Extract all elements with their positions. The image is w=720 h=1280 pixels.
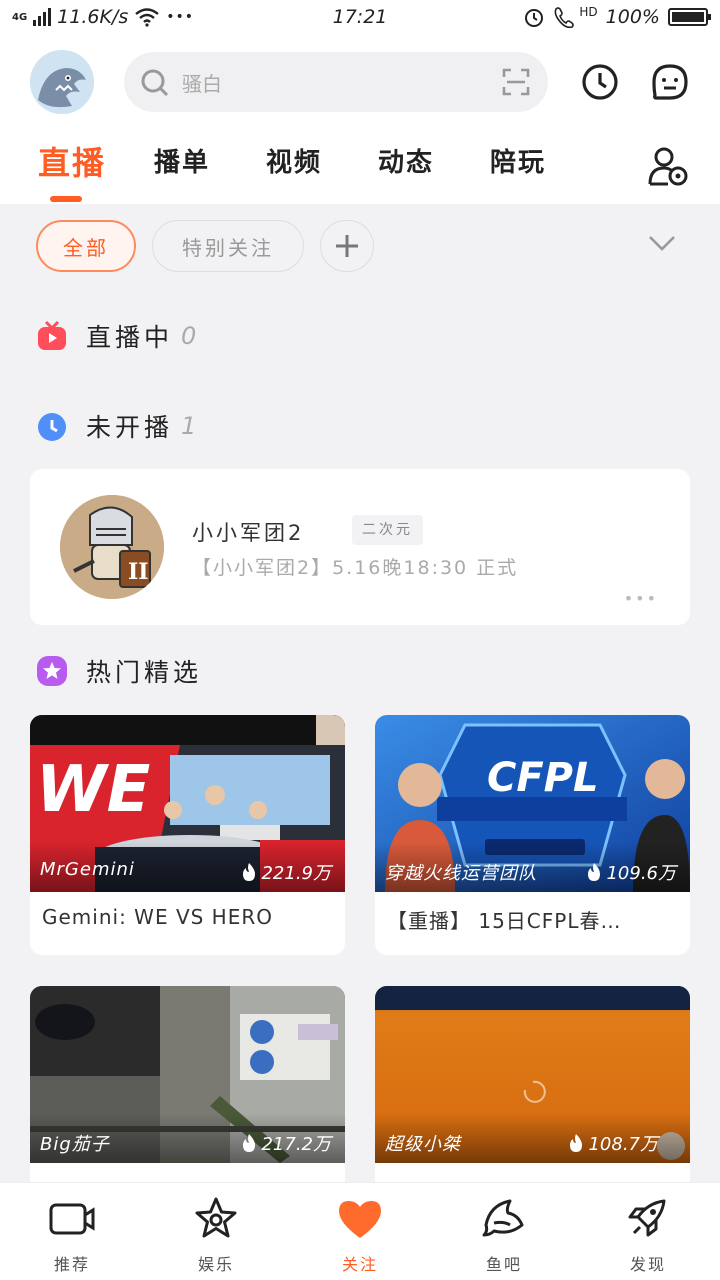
chevron-down-icon[interactable]: [648, 234, 676, 252]
section-hot: 热门精选: [36, 653, 202, 689]
fire-icon: [570, 1134, 583, 1152]
nav-recommend[interactable]: 推荐: [22, 1195, 122, 1275]
streamer-description: 【小小军团2】5.16晚18:30 正式: [192, 557, 519, 579]
tab-indicator: [50, 196, 82, 202]
streamer-name: 小小军团2: [192, 521, 305, 545]
video-card[interactable]: WE MrGemini 221.9万 Gemini: WE VS HERO: [30, 715, 345, 955]
battery-icon: [668, 8, 711, 26]
svg-text:CFPL: CFPL: [487, 755, 598, 801]
tv-icon: [38, 320, 66, 350]
video-anchor-name: 穿越火线运营团队: [385, 863, 537, 884]
video-anchor-name: MrGemini: [40, 859, 135, 880]
bottom-navigation: 推荐 娱乐 关注 鱼吧 发现: [0, 1182, 720, 1280]
section-offline-title: 未开播: [86, 413, 174, 442]
video-camera-icon: [49, 1203, 95, 1235]
tab-live[interactable]: 直播: [38, 138, 106, 184]
nav-recommend-label: 推荐: [53, 1255, 90, 1274]
message-icon[interactable]: [650, 62, 690, 102]
video-view-count: 109.6万: [586, 859, 676, 885]
video-anchor-name: 超级小桀: [385, 1134, 461, 1155]
status-right: HD 100%: [523, 5, 711, 29]
video-views-value: 217.2万: [261, 1134, 331, 1155]
nav-follow[interactable]: 关注: [310, 1195, 410, 1275]
nav-fishbar-label: 鱼吧: [485, 1255, 522, 1274]
status-bar: 4G 11.6K/s ••• 17:21 HD 100%: [0, 0, 720, 36]
video-views-value: 108.7万: [588, 1134, 658, 1155]
friends-settings-icon[interactable]: [646, 144, 690, 188]
video-view-count: 217.2万: [241, 1130, 331, 1156]
nav-follow-label: 关注: [341, 1255, 378, 1274]
search-icon: [141, 69, 169, 97]
star-badge-icon: [37, 656, 67, 686]
section-live-title: 直播中: [86, 323, 174, 352]
streamer-category-tag: 二次元: [352, 515, 423, 545]
add-filter-button[interactable]: [320, 220, 374, 272]
svg-text:II: II: [128, 559, 149, 585]
tab-companion[interactable]: 陪玩: [490, 142, 546, 179]
nav-fishbar[interactable]: 鱼吧: [454, 1195, 554, 1275]
fire-icon: [243, 1134, 256, 1152]
video-title: Gemini: WE VS HERO: [42, 905, 273, 929]
fire-icon: [588, 863, 601, 881]
filter-all-chip[interactable]: 全部: [36, 220, 136, 272]
section-live: 直播中 0: [36, 318, 196, 354]
more-options-button[interactable]: •••: [624, 589, 658, 608]
video-view-count: 221.9万: [241, 859, 331, 885]
video-card[interactable]: CFPL 穿越火线运营团队 109.6万 【重播】 15日CFPL春…: [375, 715, 690, 955]
user-avatar[interactable]: [30, 50, 94, 114]
filter-special-chip[interactable]: 特别关注: [152, 220, 304, 272]
tab-video[interactable]: 视频: [266, 142, 322, 179]
nav-entertainment-label: 娱乐: [197, 1255, 234, 1274]
tab-feed[interactable]: 动态: [378, 142, 434, 179]
video-views-value: 109.6万: [606, 863, 676, 884]
search-placeholder: 骚白: [182, 72, 222, 96]
streamer-card[interactable]: II 小小军团2 二次元 【小小军团2】5.16晚18:30 正式 •••: [30, 469, 690, 625]
nav-entertainment[interactable]: 娱乐: [166, 1195, 266, 1275]
star-icon: [195, 1197, 237, 1238]
nav-discover-label: 发现: [629, 1255, 666, 1274]
hd-label: HD: [579, 5, 598, 19]
battery-percent: 100%: [605, 6, 660, 28]
rocket-icon: [628, 1199, 666, 1237]
svg-text:WE: WE: [36, 753, 150, 827]
streamer-avatar[interactable]: II: [60, 495, 164, 599]
tab-playlist[interactable]: 播单: [154, 142, 210, 179]
heart-icon: [339, 1201, 381, 1238]
content-tabs: 直播 播单 视频 动态 陪玩: [0, 136, 720, 204]
header: 骚白 直播 播单 视频 动态 陪玩: [0, 36, 720, 204]
section-hot-title: 热门精选: [86, 658, 203, 687]
section-offline-count: 1: [181, 412, 197, 440]
plus-icon: [336, 235, 358, 257]
history-icon[interactable]: [580, 62, 620, 102]
video-view-count: 108.7万: [568, 1130, 658, 1156]
fish-icon: [482, 1199, 524, 1237]
section-offline: 未开播 1: [36, 408, 196, 444]
search-bar[interactable]: 骚白: [124, 52, 548, 112]
scan-icon[interactable]: [502, 68, 530, 96]
video-anchor-name: Big茄子: [40, 1134, 110, 1155]
nav-discover[interactable]: 发现: [598, 1195, 698, 1275]
clock-icon: [38, 413, 66, 441]
video-title: 【重播】 15日CFPL春…: [387, 909, 622, 933]
fire-icon: [243, 863, 256, 881]
alarm-icon: [525, 9, 544, 27]
video-views-value: 221.9万: [261, 863, 331, 884]
section-live-count: 0: [181, 322, 197, 350]
